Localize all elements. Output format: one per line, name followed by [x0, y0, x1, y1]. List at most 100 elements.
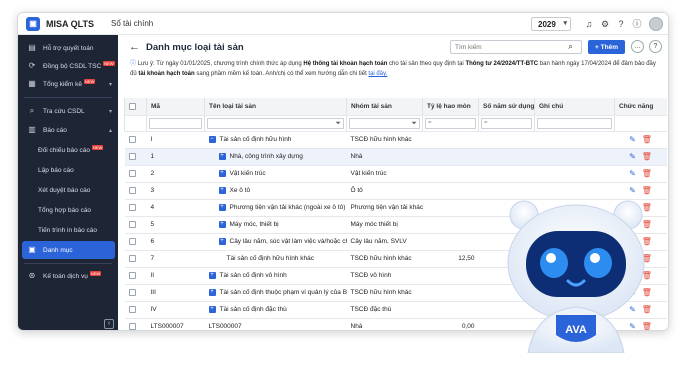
sidebar-item-bao-cao[interactable]: ▥ Báo cáo ▴ [18, 121, 118, 139]
years-cell [478, 131, 535, 149]
gear-icon[interactable]: ⚙ [599, 18, 611, 30]
row-checkbox[interactable] [128, 271, 136, 279]
module-selector[interactable]: Sổ tài chính [111, 19, 153, 28]
column-header[interactable]: Mã [146, 98, 205, 116]
guide-link[interactable]: tại đây. [368, 71, 387, 77]
table-row[interactable]: 2 + Vật kiến trúc Vật kiến trúc ✎ 🗑 [124, 165, 667, 183]
sidebar-item-tien-trinh-in[interactable]: Tiến trình in báo cáo [18, 221, 118, 239]
delete-icon[interactable]: 🗑 [642, 169, 652, 178]
name-cell: Tài sản cố định hữu hình khác [204, 250, 347, 268]
row-checkbox[interactable] [128, 186, 136, 194]
row-checkbox[interactable] [128, 152, 136, 160]
select-all-checkbox[interactable] [129, 102, 136, 110]
row-checkbox[interactable] [128, 237, 136, 245]
sidebar-item-label: Báo cáo [43, 126, 67, 134]
expand-icon[interactable]: + [218, 237, 226, 245]
row-checkbox[interactable] [128, 288, 136, 296]
collapse-icon[interactable]: − [208, 135, 216, 143]
row-checkbox[interactable] [128, 135, 136, 143]
sidebar-item-dong-bo[interactable]: ⟳ Đồng bộ CSDL TSC NEW [18, 57, 118, 75]
divider [24, 97, 112, 98]
filter-input[interactable]: = [481, 117, 532, 129]
row-checkbox[interactable] [128, 220, 136, 228]
chat-bubble-icon[interactable]: ✉ [668, 213, 669, 229]
column-header[interactable]: Tỷ lệ hao mòn [422, 98, 479, 116]
search-icon[interactable]: ⌕ [568, 41, 573, 52]
row-checkbox[interactable] [128, 169, 136, 177]
filter-icon[interactable]: ⏷ [335, 119, 341, 128]
expand-icon[interactable]: + [218, 152, 226, 160]
sidebar-item-tong-kiem-ke[interactable]: ▦ Tổng kiểm kê NEW ▾ [18, 75, 118, 93]
expand-icon[interactable]: + [208, 271, 216, 279]
expand-icon[interactable]: + [208, 305, 216, 313]
group-cell: Nhà [346, 318, 423, 330]
row-checkbox[interactable] [128, 322, 136, 330]
column-header[interactable]: Tên loại tài sản [204, 98, 347, 116]
edit-icon[interactable]: ✎ [629, 152, 636, 161]
avatar[interactable] [649, 17, 663, 31]
sidebar-item-tong-hop[interactable]: Tổng hợp báo cáo [18, 201, 118, 219]
sidebar-item-label: Xét duyệt báo cáo [38, 186, 91, 194]
select-cell [124, 284, 147, 302]
table-row[interactable]: I − Tài sản cố định hữu hình TSCĐ hữu hình … [124, 131, 667, 149]
select-cell [124, 165, 147, 183]
column-header[interactable]: Ghi chú [534, 98, 615, 116]
filter-input[interactable]: = [425, 117, 476, 129]
sidebar-item-ho-tro-quyet-toan[interactable]: ▤ Hỗ trợ quyết toán [18, 39, 118, 57]
rocket-icon[interactable]: ➶ [668, 191, 669, 207]
edit-icon[interactable]: ✎ [629, 169, 636, 178]
filter-input[interactable]: ⏷ [207, 117, 344, 129]
column-header[interactable]: Chức năng [614, 98, 667, 116]
rate-cell: 12,50 [422, 250, 479, 268]
edit-icon[interactable]: ✎ [629, 135, 636, 144]
page-title: Danh mục loại tài sản [146, 42, 244, 53]
filter-cell [534, 115, 615, 132]
info-icon[interactable]: ⓘ [631, 18, 643, 30]
filter-input[interactable] [149, 117, 202, 129]
sidebar-item-danh-muc[interactable]: ▣ Danh mục [22, 241, 115, 259]
help-icon[interactable]: ? [615, 18, 627, 30]
filter-icon[interactable]: ⏷ [411, 119, 417, 128]
add-button[interactable]: + Thêm [588, 40, 625, 54]
sidebar-item-doi-chieu[interactable]: Đối chiếu báo cáo NEW [18, 141, 118, 159]
delete-icon[interactable]: 🗑 [642, 135, 652, 144]
name-cell: LTS000007 [204, 318, 347, 330]
sidebar-item-label: Đồng bộ CSDL TSC [43, 62, 102, 70]
chevron-up-icon: ▴ [108, 127, 112, 134]
chat-icon[interactable]: … [631, 40, 644, 53]
year-selector[interactable]: 2029 ▾ [531, 17, 571, 31]
asset-type-name: Tài sản cố định thuộc phạm vi quản lý củ… [219, 289, 347, 297]
expand-icon[interactable]: + [218, 186, 226, 194]
collapse-sidebar-button[interactable]: ‹ [104, 319, 114, 329]
sidebar-item-xet-duyet[interactable]: Xét duyệt báo cáo [18, 181, 118, 199]
sidebar-item-ke-toan-dich-vu[interactable]: ⊛ Kế toán dịch vụ NEW [18, 267, 118, 285]
bell-icon[interactable]: ♫ [583, 18, 595, 30]
select-cell [124, 199, 147, 217]
column-header[interactable]: Nhóm tài sản [346, 98, 423, 116]
group-cell: Máy móc thiết bị [346, 216, 423, 234]
back-arrow-icon[interactable]: ← [129, 41, 140, 53]
row-checkbox[interactable] [128, 254, 136, 262]
delete-icon[interactable]: 🗑 [642, 152, 652, 161]
sidebar-item-lap-bao-cao[interactable]: Lập báo cáo [18, 161, 118, 179]
table-row[interactable]: 1 + Nhà, công trình xây dựng Nhà ✎ 🗑 [124, 148, 667, 166]
filter-input[interactable]: ⏷ [349, 117, 420, 129]
expand-icon[interactable]: + [218, 203, 226, 211]
search-input[interactable] [450, 40, 582, 54]
rate-cell [422, 165, 479, 183]
row-checkbox[interactable] [128, 203, 136, 211]
select-cell [124, 233, 147, 251]
group-cell: Cây lâu năm, SVLV [346, 233, 423, 251]
column-header[interactable]: Số năm sử dụng [478, 98, 535, 116]
select-cell [124, 301, 147, 319]
expand-icon[interactable]: + [218, 169, 226, 177]
asset-type-name: Cây lâu năm, súc vật làm việc và/hoặc ch… [229, 238, 347, 246]
expand-icon[interactable]: + [208, 288, 216, 296]
help-icon[interactable]: ? [649, 40, 662, 53]
assistant-icon[interactable]: ☺ [668, 235, 669, 251]
sidebar-item-tra-cuu[interactable]: ⌕ Tra cứu CSDL ▾ [18, 102, 118, 120]
row-checkbox[interactable] [128, 305, 136, 313]
filter-input[interactable] [537, 117, 612, 129]
expand-icon[interactable]: + [218, 220, 226, 228]
ava-robot-mascot[interactable]: AVA [488, 193, 666, 353]
